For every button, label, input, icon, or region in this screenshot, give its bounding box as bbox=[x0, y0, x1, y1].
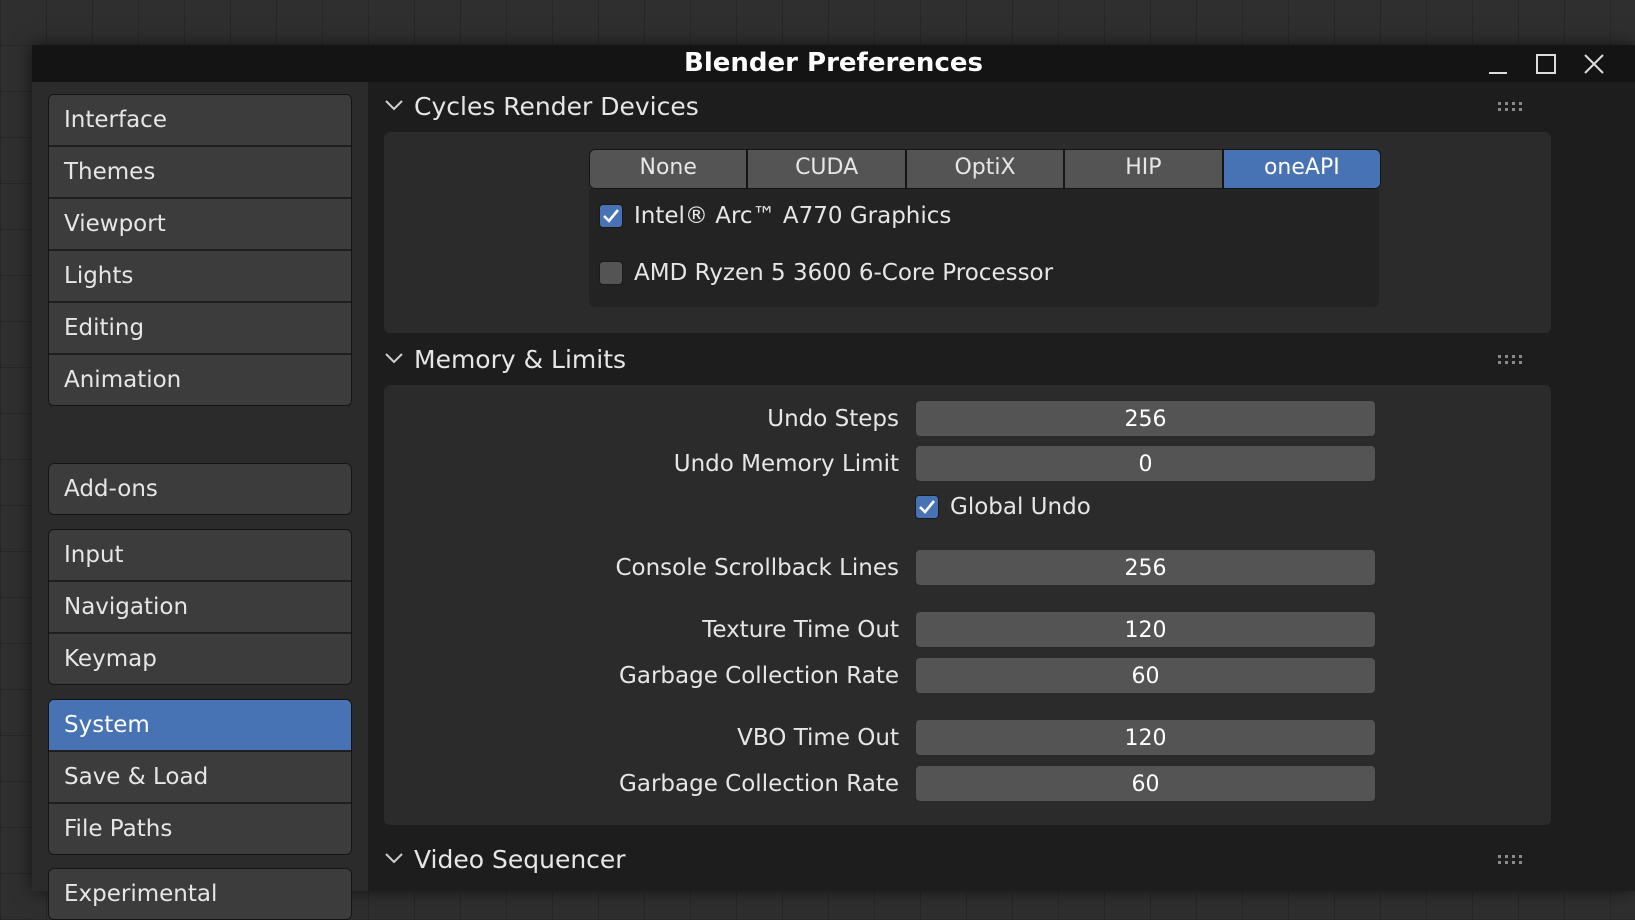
chevron-down-icon bbox=[385, 853, 403, 864]
undo-memory-limit-label: Undo Memory Limit bbox=[673, 451, 899, 477]
sidebar-item-animation[interactable]: Animation bbox=[49, 353, 351, 405]
vbo-time-out-field[interactable]: 120 bbox=[915, 719, 1376, 756]
texture-time-out-label: Texture Time Out bbox=[702, 617, 899, 643]
undo-memory-limit-row: Undo Memory Limit 0 bbox=[384, 445, 1551, 483]
minimize-button[interactable] bbox=[1474, 45, 1520, 82]
sidebar-item-input[interactable]: Input bbox=[49, 530, 351, 580]
chevron-down-icon bbox=[385, 353, 403, 364]
nav-group-system: System Save & Load File Paths bbox=[48, 699, 352, 855]
vbo-gc-rate-field[interactable]: 60 bbox=[915, 765, 1376, 802]
texture-gc-rate-label: Garbage Collection Rate bbox=[619, 663, 899, 689]
texture-time-out-row: Texture Time Out 120 bbox=[384, 611, 1551, 649]
backend-hip-button[interactable]: HIP bbox=[1065, 150, 1222, 188]
memory-panel-body: Undo Steps 256 Undo Memory Limit 0 Globa… bbox=[384, 385, 1551, 825]
global-undo-label: Global Undo bbox=[950, 494, 1091, 520]
device-list: Intel® Arc™ A770 Graphics AMD Ryzen 5 36… bbox=[589, 189, 1379, 307]
sidebar-item-interface[interactable]: Interface bbox=[49, 95, 351, 145]
chevron-down-icon bbox=[385, 100, 403, 111]
texture-gc-rate-row: Garbage Collection Rate 60 bbox=[384, 657, 1551, 695]
drag-grip-icon[interactable] bbox=[1498, 355, 1524, 365]
cycles-panel-body: None CUDA OptiX HIP oneAPI Intel® Arc™ A… bbox=[384, 132, 1551, 333]
preferences-sidebar: Interface Themes Viewport Lights Editing… bbox=[32, 82, 368, 920]
sidebar-item-editing[interactable]: Editing bbox=[49, 301, 351, 353]
sidebar-item-file-paths[interactable]: File Paths bbox=[49, 802, 351, 854]
undo-memory-limit-field[interactable]: 0 bbox=[915, 445, 1376, 482]
vbo-gc-rate-row: Garbage Collection Rate 60 bbox=[384, 765, 1551, 803]
minimize-icon bbox=[1489, 72, 1507, 74]
memory-panel-header[interactable]: Memory & Limits bbox=[368, 335, 1635, 385]
maximize-button[interactable] bbox=[1522, 45, 1568, 82]
console-scrollback-field[interactable]: 256 bbox=[915, 549, 1376, 586]
drag-grip-icon[interactable] bbox=[1498, 855, 1524, 865]
global-undo-row[interactable]: Global Undo bbox=[915, 494, 1091, 520]
video-sequencer-panel-header[interactable]: Video Sequencer bbox=[368, 835, 1635, 885]
nav-group-experimental: Experimental bbox=[48, 868, 352, 920]
undo-steps-row: Undo Steps 256 bbox=[384, 400, 1551, 438]
close-icon bbox=[1584, 54, 1604, 74]
device-checkbox-amd-ryzen[interactable] bbox=[599, 261, 623, 285]
texture-time-out-field[interactable]: 120 bbox=[915, 611, 1376, 648]
checkmark-icon bbox=[919, 500, 936, 514]
device-checkbox-intel-arc[interactable] bbox=[599, 204, 623, 228]
sidebar-item-lights[interactable]: Lights bbox=[49, 249, 351, 301]
sidebar-item-save-load[interactable]: Save & Load bbox=[49, 750, 351, 802]
memory-panel-title: Memory & Limits bbox=[414, 345, 627, 374]
backend-cuda-button[interactable]: CUDA bbox=[748, 150, 905, 188]
vbo-time-out-label: VBO Time Out bbox=[737, 725, 899, 751]
console-scrollback-row: Console Scrollback Lines 256 bbox=[384, 549, 1551, 587]
backend-none-button[interactable]: None bbox=[590, 150, 747, 188]
maximize-icon bbox=[1536, 54, 1556, 74]
sidebar-item-system[interactable]: System bbox=[49, 700, 351, 750]
sidebar-item-add-ons[interactable]: Add-ons bbox=[49, 464, 351, 514]
backend-optix-button[interactable]: OptiX bbox=[906, 150, 1064, 188]
nav-group-input: Input Navigation Keymap bbox=[48, 529, 352, 685]
video-sequencer-panel-title: Video Sequencer bbox=[414, 845, 626, 874]
title-bar: Blender Preferences bbox=[32, 45, 1635, 82]
texture-gc-rate-field[interactable]: 60 bbox=[915, 657, 1376, 694]
vbo-gc-rate-label: Garbage Collection Rate bbox=[619, 771, 899, 797]
undo-steps-field[interactable]: 256 bbox=[915, 400, 1376, 437]
nav-group-general: Interface Themes Viewport Lights Editing… bbox=[48, 94, 352, 406]
device-row-intel-arc[interactable]: Intel® Arc™ A770 Graphics bbox=[599, 203, 951, 229]
preferences-window: Blender Preferences Interface Themes Vie… bbox=[32, 45, 1635, 920]
sidebar-item-navigation[interactable]: Navigation bbox=[49, 580, 351, 632]
nav-group-addons: Add-ons bbox=[48, 463, 352, 515]
backend-oneapi-button[interactable]: oneAPI bbox=[1223, 150, 1380, 188]
sidebar-item-experimental[interactable]: Experimental bbox=[49, 869, 351, 919]
console-scrollback-label: Console Scrollback Lines bbox=[615, 555, 899, 581]
sidebar-item-keymap[interactable]: Keymap bbox=[49, 632, 351, 684]
checkmark-icon bbox=[603, 209, 620, 223]
drag-grip-icon[interactable] bbox=[1498, 102, 1524, 112]
close-button[interactable] bbox=[1570, 45, 1616, 82]
device-row-amd-ryzen[interactable]: AMD Ryzen 5 3600 6-Core Processor bbox=[599, 260, 1053, 286]
global-undo-checkbox[interactable] bbox=[915, 495, 939, 519]
preferences-main: Cycles Render Devices None CUDA OptiX HI… bbox=[368, 82, 1635, 891]
device-label-intel-arc: Intel® Arc™ A770 Graphics bbox=[634, 203, 952, 229]
window-title: Blender Preferences bbox=[684, 48, 983, 78]
sidebar-item-viewport[interactable]: Viewport bbox=[49, 197, 351, 249]
sidebar-item-themes[interactable]: Themes bbox=[49, 145, 351, 197]
device-label-amd-ryzen: AMD Ryzen 5 3600 6-Core Processor bbox=[634, 260, 1054, 286]
cycles-panel-header[interactable]: Cycles Render Devices bbox=[368, 82, 1635, 132]
cycles-panel-title: Cycles Render Devices bbox=[414, 92, 699, 121]
vbo-time-out-row: VBO Time Out 120 bbox=[384, 719, 1551, 757]
undo-steps-label: Undo Steps bbox=[767, 406, 899, 432]
compute-backend-selector: None CUDA OptiX HIP oneAPI bbox=[589, 149, 1381, 189]
